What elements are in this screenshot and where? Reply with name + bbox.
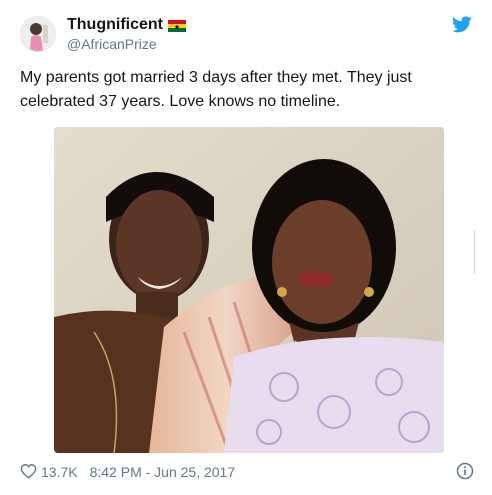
like-button[interactable]: 13.7K	[20, 463, 78, 482]
user-names: Thugnificent @AfricanPrize	[67, 16, 186, 52]
tweet-card: Thugnificent @AfricanPrize My parents go…	[0, 0, 492, 495]
ghana-flag-icon	[167, 19, 186, 32]
heart-icon[interactable]	[20, 463, 37, 482]
avatar-image	[21, 17, 55, 51]
user-handle[interactable]: @AfricanPrize	[67, 36, 186, 52]
tweet-footer: 13.7K 8:42 PM - Jun 25, 2017	[20, 461, 478, 483]
tweet-timestamp[interactable]: 8:42 PM - Jun 25, 2017	[90, 464, 236, 480]
scrollbar[interactable]	[474, 230, 475, 274]
avatar[interactable]	[20, 16, 56, 52]
tweet-photo[interactable]	[54, 127, 444, 453]
display-name[interactable]: Thugnificent	[67, 16, 163, 34]
like-count: 13.7K	[41, 464, 78, 480]
tweet-text: My parents got married 3 days after they…	[20, 69, 412, 110]
couple-photo	[54, 127, 444, 453]
info-icon[interactable]	[456, 462, 474, 480]
tweet-header: Thugnificent @AfricanPrize	[20, 14, 186, 54]
twitter-bird-icon[interactable]	[452, 16, 472, 33]
display-name-row: Thugnificent	[67, 16, 186, 34]
